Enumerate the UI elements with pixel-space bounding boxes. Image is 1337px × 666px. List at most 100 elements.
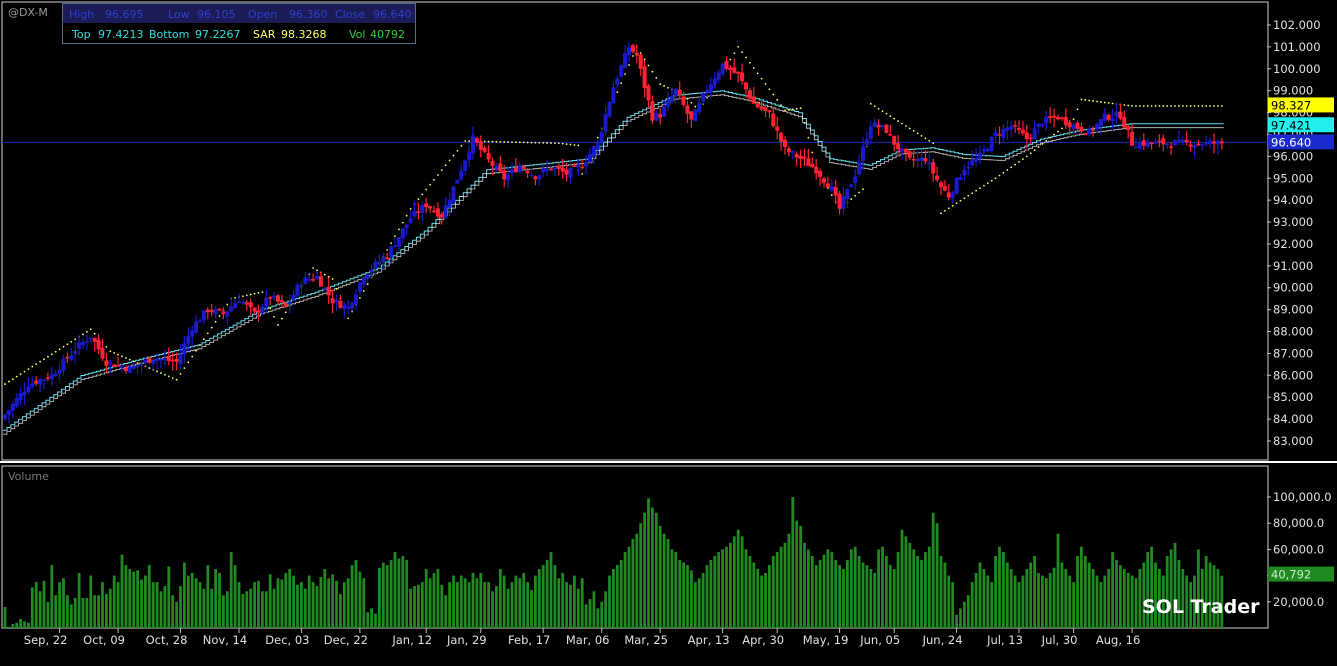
volume-bar[interactable] — [631, 538, 635, 628]
volume-bar[interactable] — [413, 586, 416, 628]
candle-body[interactable] — [689, 111, 694, 120]
volume-bar[interactable] — [881, 546, 884, 628]
volume-bar[interactable] — [896, 552, 900, 628]
candle-body[interactable] — [49, 374, 54, 380]
candle-body[interactable] — [744, 82, 748, 90]
candle-body[interactable] — [529, 174, 534, 177]
candle-body[interactable] — [420, 205, 425, 214]
volume-bar[interactable] — [1130, 575, 1134, 628]
volume-bar[interactable] — [389, 559, 393, 628]
volume-bar[interactable] — [498, 569, 502, 628]
volume-bar[interactable] — [159, 591, 163, 628]
volume-bar[interactable] — [869, 569, 873, 628]
volume-bar[interactable] — [662, 533, 666, 628]
candle-body[interactable] — [841, 196, 846, 210]
candle-body[interactable] — [77, 342, 82, 349]
candle-body[interactable] — [120, 366, 124, 369]
volume-bar[interactable] — [253, 582, 256, 628]
candle-body[interactable] — [1165, 143, 1170, 146]
candle-body[interactable] — [864, 139, 869, 146]
volume-bar[interactable] — [151, 582, 155, 628]
candle-body[interactable] — [155, 358, 160, 361]
candle-body[interactable] — [1102, 113, 1107, 122]
volume-bar[interactable] — [826, 549, 830, 628]
volume-bar[interactable] — [66, 595, 69, 628]
candle-body[interactable] — [178, 353, 183, 365]
volume-bar[interactable] — [428, 578, 432, 628]
candle-body[interactable] — [311, 279, 316, 281]
volume-bar[interactable] — [46, 601, 50, 628]
volume-bar[interactable] — [276, 578, 280, 628]
candle-body[interactable] — [435, 208, 440, 217]
candle-body[interactable] — [1122, 116, 1127, 128]
volume-bar[interactable] — [440, 584, 444, 628]
volume-bar[interactable] — [1044, 578, 1048, 628]
volume-bar[interactable] — [885, 555, 888, 628]
volume-bar[interactable] — [1037, 572, 1040, 628]
volume-bar[interactable] — [491, 591, 494, 628]
candle-body[interactable] — [116, 365, 121, 367]
volume-bar[interactable] — [651, 507, 654, 628]
candle-body[interactable] — [615, 78, 620, 85]
volume-bar[interactable] — [588, 599, 592, 628]
volume-bar[interactable] — [752, 562, 756, 629]
volume-bar[interactable] — [245, 591, 249, 628]
candle-body[interactable] — [818, 170, 823, 177]
volume-bar[interactable] — [674, 552, 678, 628]
candle-body[interactable] — [1204, 141, 1209, 145]
candle-body[interactable] — [490, 160, 495, 166]
volume-bar[interactable] — [319, 576, 323, 628]
candle-body[interactable] — [775, 126, 780, 131]
candle-body[interactable] — [42, 379, 46, 381]
volume-bar[interactable] — [904, 536, 908, 628]
volume-bar[interactable] — [931, 512, 935, 628]
volume-bar[interactable] — [943, 562, 947, 629]
candle-body[interactable] — [221, 311, 226, 315]
volume-bar[interactable] — [342, 582, 346, 628]
candle-body[interactable] — [923, 157, 928, 162]
candle-body[interactable] — [966, 166, 971, 169]
volume-bar[interactable] — [916, 555, 919, 628]
candle-body[interactable] — [510, 169, 514, 174]
candle-body[interactable] — [159, 359, 163, 361]
candle-body[interactable] — [209, 309, 214, 313]
volume-bar[interactable] — [1009, 569, 1013, 628]
candle-body[interactable] — [428, 206, 433, 209]
volume-bar[interactable] — [186, 575, 190, 628]
volume-bar[interactable] — [736, 529, 740, 628]
candle-body[interactable] — [201, 310, 206, 321]
volume-bar[interactable] — [171, 595, 175, 628]
volume-bar[interactable] — [7, 626, 11, 628]
volume-bar[interactable] — [705, 565, 709, 628]
candle-body[interactable] — [432, 210, 436, 213]
candle-body[interactable] — [513, 167, 518, 172]
candle-body[interactable] — [1192, 145, 1197, 148]
candle-body[interactable] — [732, 67, 737, 73]
candle-body[interactable] — [892, 135, 897, 145]
candle-body[interactable] — [763, 107, 768, 111]
volume-bar[interactable] — [545, 559, 549, 628]
candle-body[interactable] — [1075, 122, 1080, 129]
candle-body[interactable] — [439, 214, 444, 218]
candle-body[interactable] — [190, 330, 195, 337]
volume-bar[interactable] — [502, 575, 506, 628]
volume-bar[interactable] — [526, 582, 529, 628]
candle-body[interactable] — [408, 218, 413, 224]
candle-body[interactable] — [720, 63, 725, 75]
candle-body[interactable] — [1149, 142, 1154, 145]
volume-bar[interactable] — [300, 582, 303, 628]
candle-body[interactable] — [260, 306, 265, 314]
candle-body[interactable] — [997, 134, 1002, 136]
volume-bar[interactable] — [272, 588, 276, 628]
candle-body[interactable] — [205, 309, 210, 313]
candle-body[interactable] — [767, 110, 772, 113]
candle-body[interactable] — [291, 294, 296, 300]
candle-body[interactable] — [287, 301, 292, 305]
volume-bar[interactable] — [303, 588, 307, 628]
candle-body[interactable] — [1215, 140, 1220, 145]
volume-bar[interactable] — [23, 621, 26, 628]
volume-bar[interactable] — [1002, 552, 1005, 628]
candle-body[interactable] — [22, 391, 27, 396]
volume-bar[interactable] — [822, 554, 826, 628]
candle-body[interactable] — [174, 358, 179, 362]
